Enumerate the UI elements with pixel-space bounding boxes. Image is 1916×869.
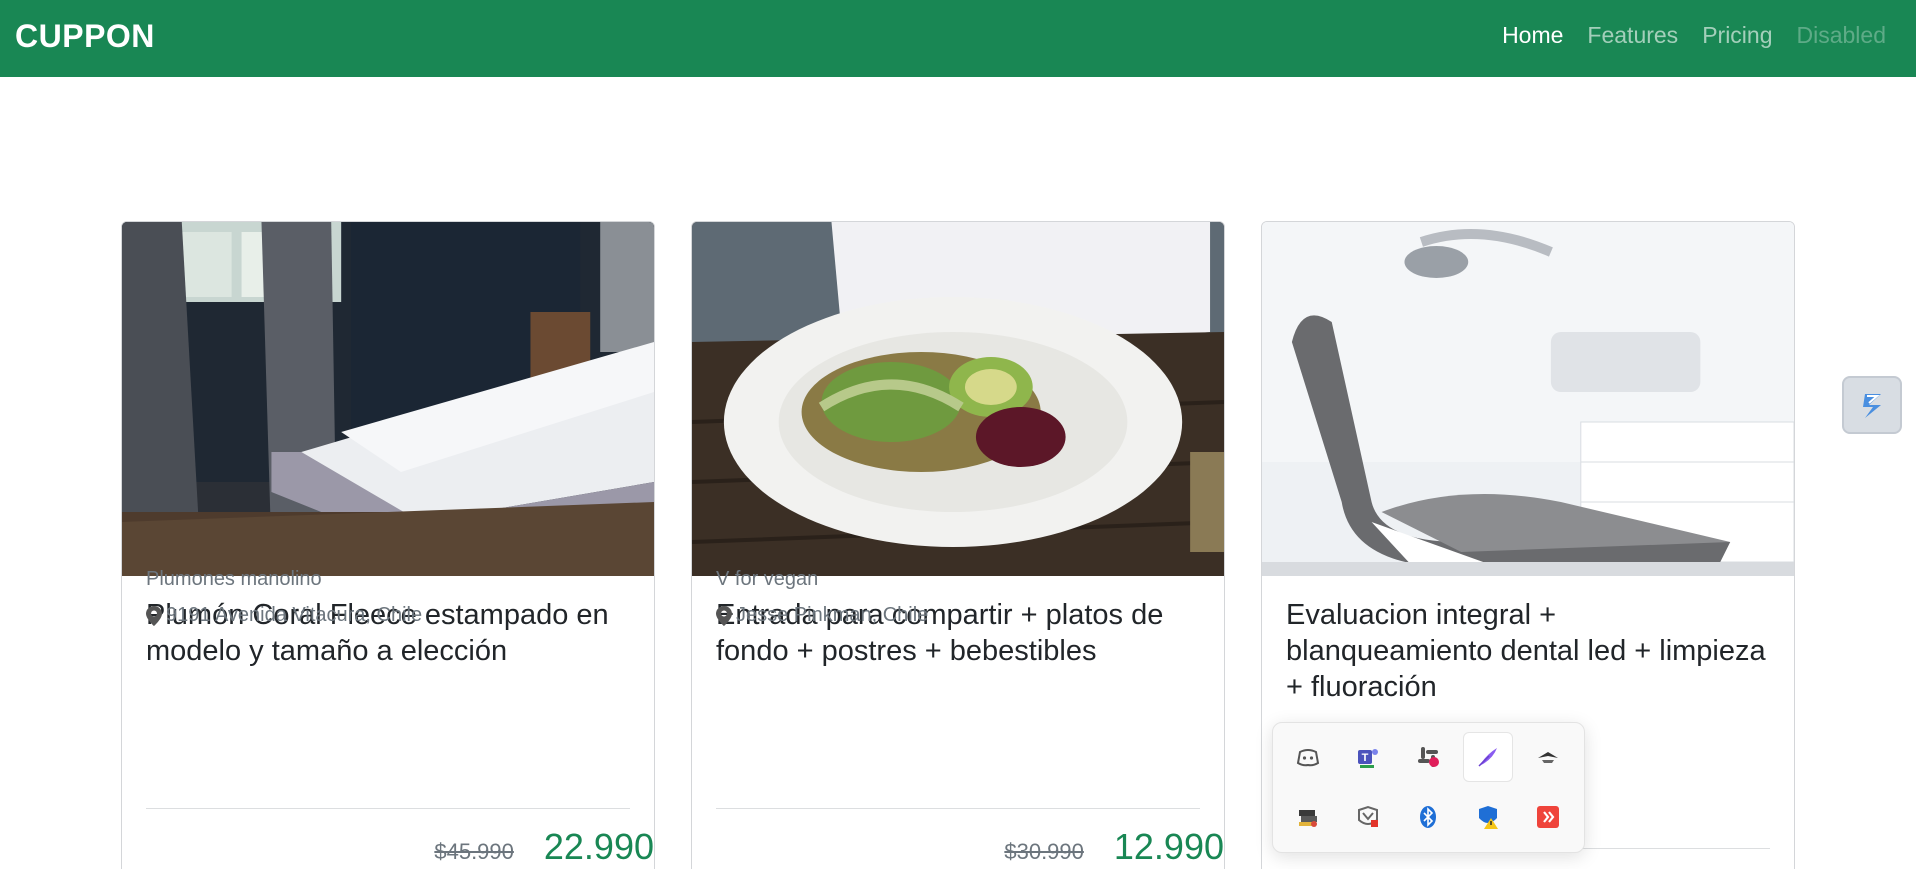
card-divider (146, 808, 630, 809)
stealth-tray-button[interactable] (1523, 732, 1573, 782)
anydesk-tray-button[interactable] (1523, 792, 1573, 842)
system-tray-overflow: T (1272, 722, 1585, 853)
card-image-salad[interactable] (692, 222, 1224, 576)
defender-tray-button[interactable] (1463, 792, 1513, 842)
map-marker-icon (146, 605, 162, 626)
old-price: $30.990 (1004, 839, 1084, 864)
teams-icon: T (1358, 749, 1378, 768)
snipping-extension-button[interactable] (1842, 376, 1902, 434)
svg-text:T: T (1362, 752, 1369, 764)
discord-icon (1296, 749, 1320, 767)
nav-home[interactable]: Home (1502, 22, 1563, 49)
stealth-icon (1538, 752, 1558, 763)
location: Jesse Pinkman, Chile (716, 604, 928, 627)
location-text: 9191 Avenida Vitacura, Chile (166, 604, 423, 626)
product-card[interactable]: Plumón Coral Fleece estampado en modelo … (121, 221, 655, 869)
slack-icon (1418, 747, 1439, 767)
old-price: $45.990 (434, 839, 514, 864)
bluetooth-tray-button[interactable] (1403, 792, 1453, 842)
snipping-extension-icon (1863, 394, 1881, 418)
nav-links: Home Features Pricing Disabled (1502, 22, 1886, 49)
mcafee-icon (1358, 805, 1378, 827)
price-row: $30.990 12.990 (1004, 826, 1224, 868)
card-divider (716, 808, 1200, 809)
mcafee-tray-button[interactable] (1343, 792, 1393, 842)
card-image-bedroom[interactable] (122, 222, 654, 576)
nav-disabled: Disabled (1796, 22, 1887, 48)
bluetooth-icon (1420, 806, 1436, 828)
feather-tray-button[interactable] (1463, 732, 1513, 782)
location: 9191 Avenida Vitacura, Chile (146, 604, 422, 627)
stack-tray-button[interactable] (1283, 792, 1333, 842)
nav-features[interactable]: Features (1587, 22, 1678, 49)
card-body: Evaluacion integral + blanqueamiento den… (1286, 597, 1770, 705)
anydesk-icon (1537, 806, 1559, 828)
defender-warning-icon (1479, 806, 1498, 829)
stack-icon (1299, 810, 1317, 827)
card-image-dental[interactable] (1262, 222, 1794, 576)
discord-tray-button[interactable] (1283, 732, 1333, 782)
new-price: 12.990 (1113, 826, 1224, 867)
location-text: Jesse Pinkman, Chile (736, 604, 929, 626)
feather-icon (1478, 748, 1497, 767)
navbar: CUPPON Home Features Pricing Disabled (0, 0, 1916, 77)
teams-tray-button[interactable]: T (1343, 732, 1393, 782)
new-price: 22.990 (543, 826, 654, 867)
product-card[interactable]: Entrada para compartir + platos de fondo… (691, 221, 1225, 869)
card-title[interactable]: Evaluacion integral + blanqueamiento den… (1286, 597, 1770, 705)
map-marker-icon (716, 605, 732, 626)
vendor-name: Plumones manolino (146, 568, 322, 590)
slack-tray-button[interactable] (1403, 732, 1453, 782)
vendor-name: V for vegan (716, 568, 819, 590)
brand-logo[interactable]: CUPPON (15, 18, 155, 55)
price-row: $45.990 22.990 (434, 826, 654, 868)
nav-pricing[interactable]: Pricing (1702, 22, 1772, 49)
